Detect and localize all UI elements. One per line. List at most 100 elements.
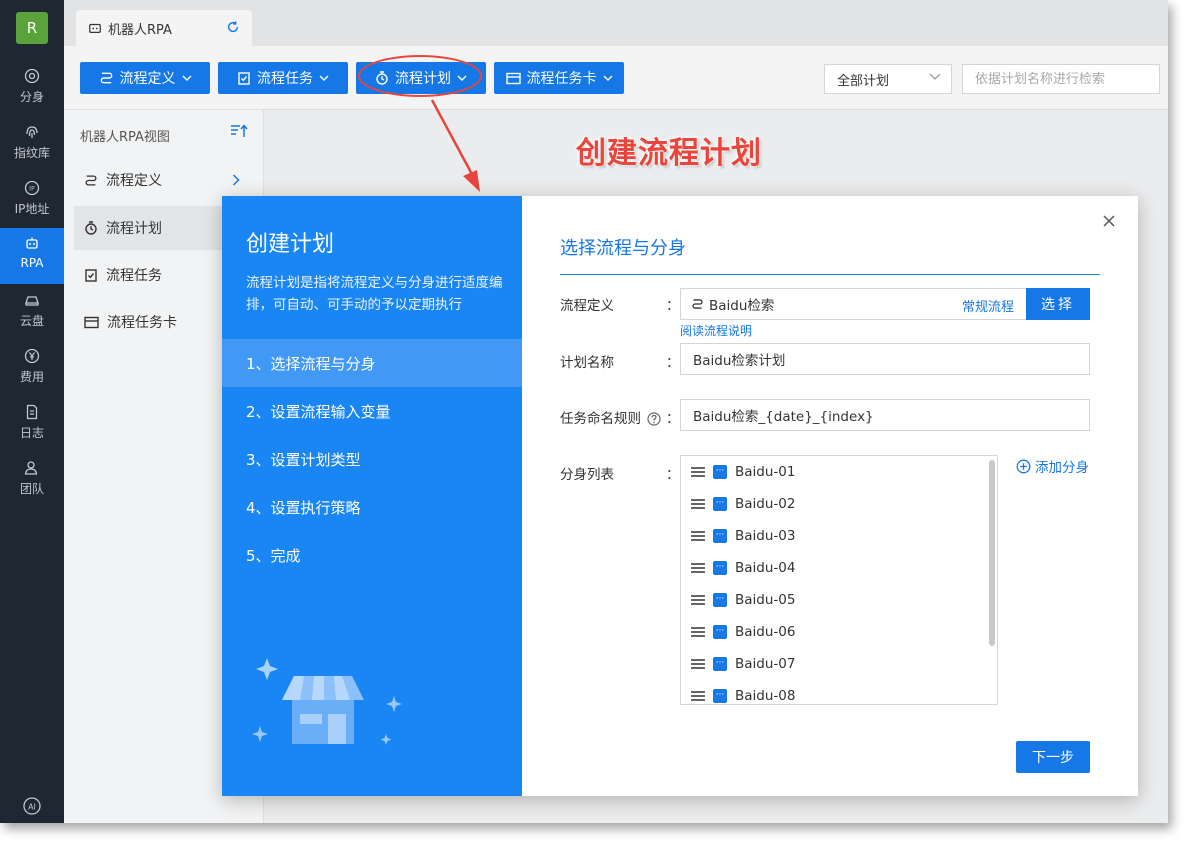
log-icon <box>26 404 38 420</box>
drag-handle-icon[interactable] <box>691 499 705 509</box>
clone-name: Baidu-01 <box>735 464 796 480</box>
process-definition-label: 流程定义 <box>560 298 614 314</box>
list-item[interactable]: ··· Baidu-01 <box>691 460 795 484</box>
process-definition-button[interactable]: 流程定义 <box>80 62 210 94</box>
nav-item-fees[interactable]: 费用 <box>0 340 64 396</box>
drag-handle-icon[interactable] <box>691 467 705 477</box>
robot-icon <box>26 237 38 249</box>
clipboard-check-icon <box>85 269 97 282</box>
button-label: 流程任务 <box>257 71 313 87</box>
annotation-callout: 创建流程计划 <box>576 136 762 171</box>
side-item-label: 流程定义 <box>106 173 162 189</box>
yen-icon <box>24 348 40 364</box>
button-label: 添加分身 <box>1035 460 1089 476</box>
flow-icon <box>100 72 112 84</box>
sort-icon[interactable] <box>230 124 248 138</box>
nav-item-logs[interactable]: 日志 <box>0 396 64 452</box>
nav-item-rpa[interactable]: RPA <box>0 228 64 284</box>
button-label: 流程任务卡 <box>526 71 597 87</box>
clone-badge-icon: ··· <box>713 465 727 479</box>
chevron-down-icon <box>319 75 329 81</box>
drag-handle-icon[interactable] <box>691 627 705 637</box>
clone-list-label: 分身列表 <box>560 467 614 483</box>
drag-handle-icon[interactable] <box>691 531 705 541</box>
create-plan-dialog: 创建计划 流程计划是指将流程定义与分身进行适度编排，可自动、可手动的予以定期执行… <box>222 196 1138 796</box>
dialog-description: 流程计划是指将流程定义与分身进行适度编排，可自动、可手动的予以定期执行 <box>246 275 503 313</box>
refresh-icon[interactable] <box>226 20 240 34</box>
drag-handle-icon[interactable] <box>691 659 705 669</box>
dialog-title: 创建计划 <box>246 232 335 257</box>
nav-item-clones[interactable]: 分身 <box>0 60 64 116</box>
list-item[interactable]: ··· Baidu-03 <box>691 524 795 548</box>
clone-name: Baidu-06 <box>735 624 796 640</box>
nav-label: 指纹库 <box>13 146 50 160</box>
plan-name-input[interactable] <box>680 343 1090 375</box>
step-3[interactable]: 3、设置计划类型 <box>222 435 522 483</box>
close-icon[interactable] <box>1102 214 1116 228</box>
nav-label: RPA <box>20 256 44 270</box>
clone-name: Baidu-03 <box>735 528 796 544</box>
clone-badge-icon: ··· <box>713 689 727 703</box>
step-5[interactable]: 5、完成 <box>222 531 522 579</box>
chevron-down-icon <box>182 75 191 81</box>
clone-name: Baidu-02 <box>735 496 796 512</box>
nav-item-cloud[interactable]: 云盘 <box>0 284 64 340</box>
task-naming-rule-input[interactable] <box>680 399 1090 431</box>
drag-handle-icon[interactable] <box>691 595 705 605</box>
tab-title: 机器人RPA <box>108 22 172 38</box>
process-definition-value: Baidu检索 <box>709 298 775 314</box>
step-2[interactable]: 2、设置流程输入变量 <box>222 387 522 435</box>
next-step-button[interactable]: 下一步 <box>1016 741 1090 773</box>
list-item[interactable]: ··· Baidu-02 <box>691 492 795 516</box>
nav-item-ip[interactable]: IP IP地址 <box>0 172 64 228</box>
clone-name: Baidu-08 <box>735 688 796 704</box>
select-value: 全部计划 <box>837 73 890 89</box>
tab-bar: 机器人RPA <box>64 0 1168 46</box>
side-item-label: 流程计划 <box>106 221 162 237</box>
read-process-doc-link[interactable]: 阅读流程说明 <box>680 322 752 339</box>
drag-handle-icon[interactable] <box>691 563 705 573</box>
colon: ： <box>666 355 680 371</box>
team-icon <box>24 461 38 475</box>
step-1[interactable]: 1、选择流程与分身 <box>222 339 522 387</box>
clone-badge-icon: ··· <box>713 497 727 511</box>
clipboard-check-icon <box>238 72 250 85</box>
clone-list-scrollbar[interactable] <box>989 460 995 646</box>
add-clone-button[interactable]: 添加分身 <box>1016 456 1089 476</box>
nav-label: 团队 <box>19 482 44 496</box>
list-item[interactable]: ··· Baidu-07 <box>691 652 795 676</box>
drag-handle-icon[interactable] <box>691 691 705 701</box>
button-label: 流程定义 <box>119 71 176 87</box>
section-divider <box>560 274 1100 275</box>
flow-icon <box>692 299 703 309</box>
side-item-label: 流程任务卡 <box>107 315 177 331</box>
list-item[interactable]: ··· Baidu-06 <box>691 620 795 644</box>
clone-list: ··· Baidu-01 ··· Baidu-02 ··· Baidu-03 ··· B… <box>680 455 998 705</box>
ai-icon[interactable]: AI <box>22 796 42 816</box>
plan-filter-select[interactable]: 全部计划 <box>824 64 952 94</box>
flow-icon <box>85 174 97 186</box>
tab-rpa[interactable]: 机器人RPA <box>76 10 252 46</box>
fingerprint-icon <box>26 126 38 138</box>
list-item[interactable]: ··· Baidu-05 <box>691 588 795 612</box>
process-task-card-button[interactable]: 流程任务卡 <box>494 62 624 94</box>
process-task-button[interactable]: 流程任务 <box>218 62 348 94</box>
list-item[interactable]: ··· Baidu-08 <box>691 684 796 704</box>
nav-label: IP地址 <box>14 202 50 216</box>
robot-icon <box>89 23 101 33</box>
clone-badge-icon: ··· <box>713 657 727 671</box>
section-title: 选择流程与分身 <box>560 238 686 259</box>
step-4[interactable]: 4、设置执行策略 <box>222 483 522 531</box>
choose-process-button[interactable]: 选择 <box>1026 288 1090 320</box>
help-icon[interactable] <box>647 412 661 426</box>
nav-item-fingerprint[interactable]: 指纹库 <box>0 116 64 172</box>
list-item[interactable]: ··· Baidu-04 <box>691 556 795 580</box>
process-definition-field[interactable]: Baidu检索 常规流程 <box>680 288 1026 320</box>
toolbar: 流程定义 流程任务 流程计划 流程任务卡 全部计划 <box>64 46 1168 110</box>
plan-search-input[interactable] <box>962 64 1160 94</box>
chevron-down-icon <box>929 73 941 80</box>
nav-item-team[interactable]: 团队 <box>0 452 64 508</box>
clone-name: Baidu-05 <box>735 592 796 608</box>
clone-badge-icon: ··· <box>713 529 727 543</box>
nav-label: 费用 <box>19 370 44 384</box>
